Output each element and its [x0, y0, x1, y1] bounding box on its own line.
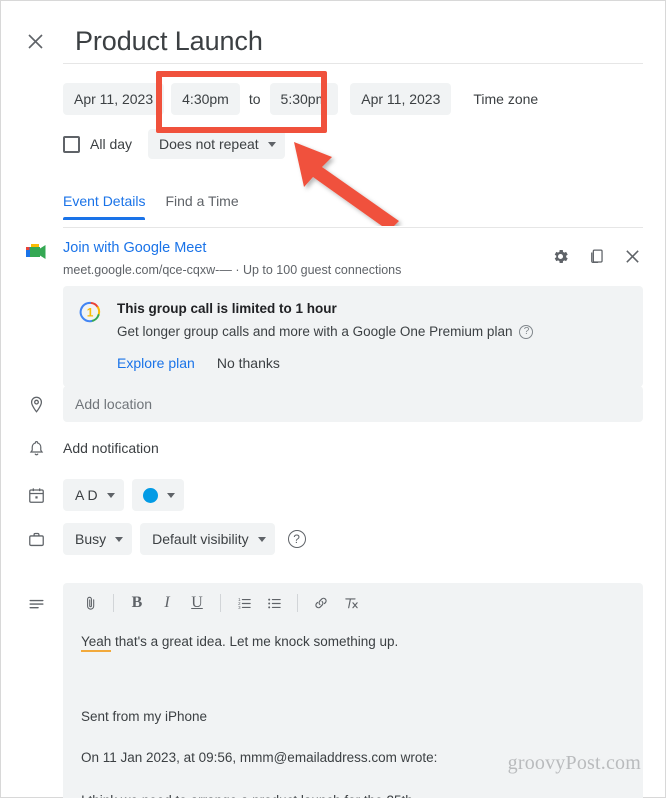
link-icon[interactable]	[306, 588, 336, 618]
underline-icon[interactable]: U	[182, 588, 212, 618]
chevron-down-icon	[267, 141, 276, 147]
google-meet-icon	[23, 239, 49, 265]
all-day-checkbox[interactable]	[63, 135, 80, 153]
description-line-2: Sent from my iPhone	[81, 709, 208, 724]
editor-tabs: Event Details Find a Time	[63, 193, 239, 220]
copy-icon	[590, 249, 603, 263]
attach-icon[interactable]	[75, 588, 105, 618]
promo-body: This group call is limited to 1 hour Get…	[117, 300, 534, 371]
join-meet-link[interactable]: Join with Google Meet	[63, 239, 549, 258]
event-color-dropdown[interactable]	[131, 479, 184, 511]
remove-formatting-icon[interactable]	[336, 588, 366, 618]
chevron-down-icon	[106, 492, 115, 498]
visibility-value: Default visibility	[152, 531, 249, 547]
google-one-promo-card: 1 This group call is limited to 1 hour G…	[63, 286, 643, 387]
tabs-divider	[63, 227, 643, 228]
svg-text:3: 3	[238, 604, 241, 609]
start-time-field[interactable]: 4:30pm	[171, 83, 240, 115]
description-line-1-rest: that's a great idea. Let me knock someth…	[111, 634, 399, 649]
toolbar-divider	[220, 594, 221, 612]
tab-find-a-time[interactable]: Find a Time	[165, 193, 238, 220]
start-date-field[interactable]: Apr 11, 2023	[63, 83, 165, 115]
close-icon	[27, 33, 43, 49]
end-time-field[interactable]: 5:30pm	[269, 83, 339, 115]
formatting-toolbar: B I U 1 2 3	[63, 583, 643, 623]
description-line-4: I think we need to arrange a product lau…	[81, 792, 625, 798]
allday-repeat-row: All day Does not repeat	[63, 129, 285, 159]
page-title[interactable]: Product Launch	[75, 25, 263, 57]
help-icon[interactable]: ?	[287, 530, 306, 548]
meet-settings-button[interactable]	[549, 245, 571, 267]
briefcase-icon	[23, 526, 49, 552]
location-pin-icon	[23, 391, 49, 417]
timezone-button[interactable]: Time zone	[473, 91, 538, 107]
end-date-field[interactable]: Apr 11, 2023	[350, 83, 452, 115]
toolbar-divider	[297, 594, 298, 612]
location-input[interactable]: Add location	[63, 386, 643, 422]
schedule-row: Apr 11, 2023 4:30pm to 5:30pm Apr 11, 20…	[63, 82, 538, 116]
event-editor-page: Product Launch Apr 11, 2023 4:30pm to 5:…	[0, 0, 666, 798]
recurrence-value: Does not repeat	[159, 136, 259, 152]
meet-text-group: Join with Google Meet meet.google.com/qc…	[63, 239, 549, 278]
tab-event-details[interactable]: Event Details	[63, 193, 146, 220]
italic-icon[interactable]: I	[152, 588, 182, 618]
calendar-owner-value: A D	[75, 487, 98, 503]
svg-text:1: 1	[87, 306, 94, 320]
promo-subtitle-row: Get longer group calls and more with a G…	[117, 323, 534, 341]
chevron-down-icon	[257, 536, 266, 542]
event-color-swatch	[142, 487, 158, 503]
description-lines-icon	[23, 591, 49, 617]
header-divider	[63, 63, 643, 64]
promo-title: This group call is limited to 1 hour	[117, 301, 337, 316]
time-range-separator: to	[248, 91, 261, 107]
calendar-icon	[23, 482, 49, 508]
no-thanks-button[interactable]: No thanks	[217, 355, 280, 371]
busy-value: Busy	[75, 531, 107, 547]
callout-arrow	[294, 142, 399, 226]
watermark: groovyPost.com	[507, 752, 641, 774]
gear-icon	[554, 249, 568, 263]
recurrence-dropdown[interactable]: Does not repeat	[148, 129, 285, 159]
numbered-list-icon[interactable]: 1 2 3	[229, 588, 259, 618]
promo-actions: Explore plan No thanks	[117, 355, 533, 371]
bulleted-list-icon[interactable]	[259, 588, 289, 618]
copy-meet-link-button[interactable]	[585, 245, 607, 267]
chevron-down-icon	[115, 536, 124, 542]
location-row: Add location	[23, 386, 643, 422]
all-day-label[interactable]: All day	[90, 136, 132, 152]
google-meet-row: Join with Google Meet meet.google.com/qc…	[23, 239, 643, 278]
explore-plan-button[interactable]: Explore plan	[117, 355, 195, 371]
meet-guest-note: · Up to 100 guest connections	[235, 263, 402, 277]
close-editor-button[interactable]	[23, 29, 47, 53]
meet-details: meet.google.com/qce-cqxw-— · Up to 100 g…	[63, 262, 549, 278]
promo-subtitle: Get longer group calls and more with a G…	[117, 324, 513, 339]
editor-header: Product Launch	[1, 1, 665, 63]
remove-meet-button[interactable]	[621, 245, 643, 267]
visibility-dropdown[interactable]: Default visibility	[140, 523, 275, 555]
bold-icon[interactable]: B	[122, 588, 152, 618]
chevron-down-icon	[166, 492, 175, 498]
calendar-owner-dropdown[interactable]: A D	[63, 479, 124, 511]
calendar-row: A D	[23, 479, 643, 511]
busy-dropdown[interactable]: Busy	[63, 523, 133, 555]
availability-row: Busy Default visibility ?	[23, 523, 643, 555]
meet-action-buttons	[549, 245, 643, 267]
add-notification-button[interactable]: Add notification	[63, 440, 159, 456]
google-one-icon: 1	[79, 301, 101, 328]
bell-icon	[23, 435, 49, 461]
misspelled-word: Yeah	[81, 634, 112, 652]
meet-url[interactable]: meet.google.com/qce-cqxw-—	[63, 263, 232, 277]
toolbar-divider	[113, 594, 114, 612]
help-icon[interactable]: ?	[519, 325, 534, 339]
notification-row: Add notification	[23, 435, 643, 461]
close-icon	[625, 249, 639, 263]
description-line-1: Yeah that's a great idea. Let me knock s…	[81, 633, 625, 652]
